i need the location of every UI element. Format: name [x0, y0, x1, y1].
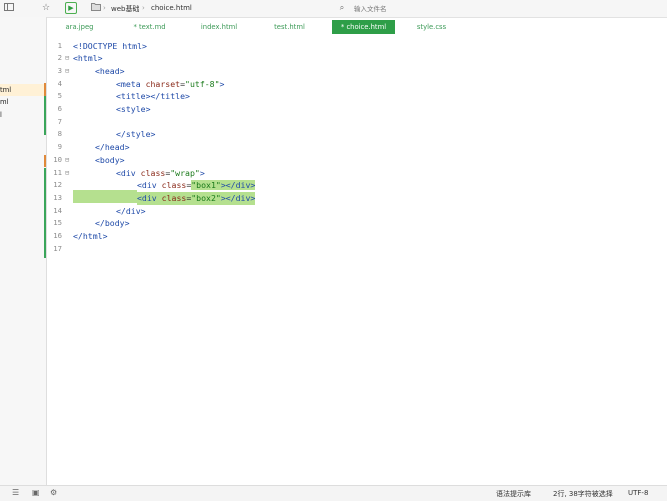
file-item[interactable]: tml [0, 84, 46, 96]
title-toolbar: ☆ ▶ › web基础 › choice.html ⌕ [0, 0, 667, 18]
fold-toggle-icon[interactable]: ⊟ [65, 154, 69, 167]
tab-index-html[interactable]: index.html [195, 20, 243, 34]
status-bar: ☰ ▣ ⚙ 语法提示库 2行, 38字符被选择 UTF-8 [0, 485, 667, 501]
settings-icon[interactable]: ⚙ [50, 488, 57, 497]
line-number: 14 [53, 205, 62, 215]
selection-highlight [73, 190, 137, 204]
line-number: 13 [53, 192, 62, 202]
fold-toggle-icon[interactable]: ⊟ [65, 65, 69, 78]
tab-test-html[interactable]: test.html [267, 20, 312, 34]
modified-marker [44, 155, 46, 167]
change-marker [44, 168, 46, 258]
selection-info: 2行, 38字符被选择 [553, 490, 613, 498]
line-number: 15 [53, 218, 62, 228]
tab-ara-jpeg[interactable]: ara.jpeg [57, 20, 102, 34]
line-number: 11 [53, 167, 62, 177]
code-line: </html> [73, 231, 108, 241]
line-number: 6 [57, 104, 62, 113]
line-number: 17 [53, 243, 62, 253]
change-marker [44, 96, 46, 135]
breadcrumb-folder[interactable]: web基础 [111, 4, 139, 14]
line-number: 5 [57, 91, 62, 101]
code-line: <div class="box1"></div> [137, 180, 256, 191]
breadcrumb-separator: › [142, 4, 145, 12]
line-number: 16 [53, 231, 62, 240]
tab-style-css[interactable]: style.css [409, 20, 454, 34]
code-line: </style> [116, 129, 156, 140]
line-number: 4 [57, 78, 62, 88]
line-number: 9 [57, 142, 62, 152]
code-line: <html> [73, 53, 103, 64]
code-line: <meta charset="utf-8"> [116, 78, 225, 89]
code-line: </body> [95, 218, 130, 229]
line-gutter: 1 2 3 4 5 6 7 8 9 10 11 12 13 14 15 16 1… [44, 38, 71, 485]
syntax-hint-library[interactable]: 语法提示库 [496, 489, 531, 499]
modified-marker [44, 83, 46, 96]
tab-bar: ara.jpeg * text.md index.html test.html … [47, 20, 667, 35]
run-icon[interactable]: ▶ [65, 2, 77, 14]
file-sidebar: tml ml l [0, 17, 47, 485]
code-line: <body> [95, 154, 125, 165]
tab-text-md[interactable]: * text.md [127, 20, 172, 34]
code-line: <div class="wrap"> [116, 167, 205, 178]
code-line: <div class="box2"></div> [137, 191, 256, 205]
code-line: <!DOCTYPE html> [73, 40, 147, 51]
line-number: 10 [53, 154, 62, 164]
star-icon[interactable]: ☆ [40, 2, 52, 14]
code-line: <head> [95, 65, 125, 76]
folder-icon[interactable] [90, 2, 102, 14]
encoding-selector[interactable]: UTF-8 [628, 489, 648, 497]
line-number: 12 [53, 180, 62, 190]
line-number: 2 [57, 53, 62, 63]
code-line: </div> [116, 205, 146, 216]
file-item[interactable]: l [0, 109, 46, 121]
breadcrumb-file[interactable]: choice.html [151, 4, 192, 12]
fold-toggle-icon[interactable]: ⊟ [65, 167, 69, 180]
sidebar-toggle-icon[interactable] [3, 2, 15, 14]
line-number: 1 [57, 40, 62, 50]
file-search-input[interactable] [345, 2, 506, 16]
fold-toggle-icon[interactable]: ⊟ [65, 52, 69, 65]
list-icon[interactable]: ☰ [12, 488, 19, 497]
tab-choice-html[interactable]: * choice.html [332, 20, 395, 34]
line-number: 3 [57, 65, 62, 75]
code-line: <style> [116, 104, 151, 114]
code-line: </head> [95, 142, 130, 153]
code-line: <title></title> [116, 91, 190, 102]
line-number: 8 [57, 129, 62, 139]
file-item[interactable]: ml [0, 96, 46, 108]
line-number: 7 [57, 116, 62, 126]
image-icon[interactable]: ▣ [32, 488, 40, 497]
breadcrumb-separator: › [103, 4, 106, 12]
